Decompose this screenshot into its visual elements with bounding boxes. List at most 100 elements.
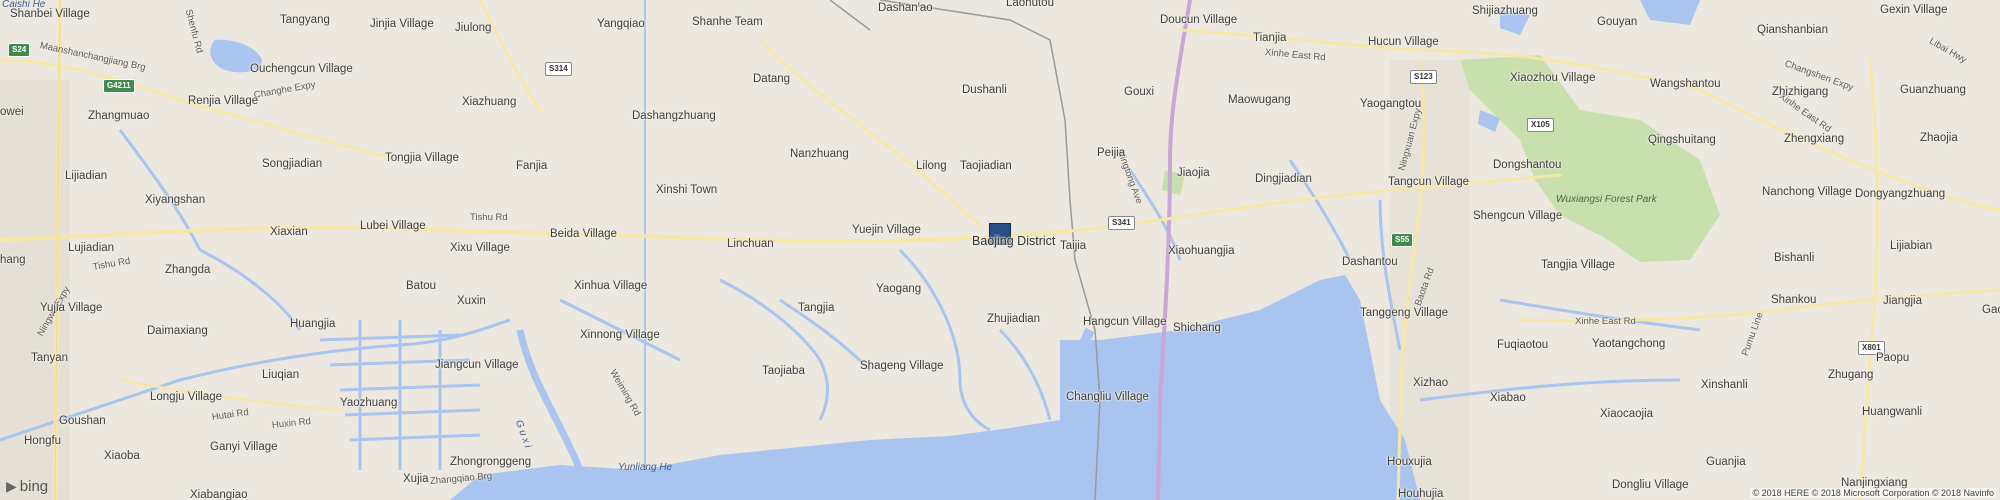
- place-label: Yangqiao: [597, 18, 645, 30]
- place-label: Shanhe Team: [692, 16, 763, 28]
- road-shield-s341: S341: [1108, 216, 1135, 230]
- place-label: Xiabao: [1490, 392, 1526, 404]
- place-label: Lubei Village: [360, 220, 426, 232]
- place-label: Xiaohuangjia: [1168, 245, 1235, 257]
- place-label: Renjia Village: [188, 95, 259, 107]
- place-label: Dongyangzhuang: [1855, 188, 1946, 200]
- place-label: Peijia: [1097, 147, 1126, 159]
- pin-label[interactable]: Baojing District: [972, 234, 1055, 249]
- place-label: Xinnong Village: [580, 329, 660, 341]
- place-label: Zhaojia: [1920, 132, 1958, 144]
- place-label: Gao: [1982, 304, 2000, 316]
- map-canvas[interactable]: S24 G4211 S314 S123 S341 S55 X105 X801 M…: [0, 0, 2000, 500]
- place-label: Zhugang: [1828, 369, 1874, 381]
- place-label: Yaotangchong: [1592, 338, 1666, 350]
- place-label: Zhongronggeng: [450, 456, 532, 468]
- place-label: Yaozhuang: [340, 397, 398, 409]
- place-label: Bishanli: [1774, 252, 1815, 264]
- place-label: Yuejin Village: [852, 224, 921, 236]
- place-label: Lujiadian: [68, 242, 115, 254]
- place-label: Huangjia: [290, 318, 336, 330]
- place-label: Wangshantou: [1650, 78, 1721, 90]
- place-label: Taojiaba: [762, 365, 805, 377]
- place-label: Xiabangiao: [190, 489, 248, 500]
- place-label: Tanggeng Village: [1360, 307, 1449, 319]
- place-label: Hucun Village: [1368, 36, 1439, 48]
- place-label: Shankou: [1771, 294, 1817, 306]
- place-label: Beida Village: [550, 228, 617, 240]
- place-label: Tanyan: [31, 352, 69, 364]
- place-label: Qianshanbian: [1757, 24, 1828, 36]
- place-label: Xiaxian: [270, 226, 308, 238]
- place-label: Xiaoba: [104, 450, 140, 462]
- water-label-yunliang-he: Yunliang He: [618, 462, 673, 473]
- place-label: Xujia: [403, 473, 429, 485]
- place-label: Taojiadian: [960, 160, 1012, 172]
- place-label: Lijiadian: [65, 170, 108, 182]
- place-label: Dashan'ao: [878, 2, 933, 14]
- place-label: Dashantou: [1342, 256, 1398, 268]
- place-label: hang: [0, 254, 26, 266]
- place-label: Dingjiadian: [1255, 173, 1312, 185]
- place-label: Hongfu: [24, 435, 62, 447]
- place-label: Fuqiaotou: [1497, 339, 1549, 351]
- bing-logo: ▶ bing: [6, 478, 48, 495]
- road-label-tishu-rd-east: Tishu Rd: [470, 212, 508, 223]
- place-label: Goushan: [59, 415, 106, 427]
- road-shield-x105: X105: [1527, 118, 1554, 132]
- place-label: Batou: [406, 280, 437, 292]
- road-shield-s314: S314: [545, 62, 572, 76]
- place-label: Songjiadian: [262, 158, 323, 170]
- place-label: Tangcun Village: [1388, 176, 1469, 188]
- place-label: Qingshuitang: [1648, 134, 1716, 146]
- road-label-xinhe-east-rd-3: Xinhe East Rd: [1575, 316, 1636, 327]
- place-label: Xinshanli: [1701, 379, 1748, 391]
- place-label: Houhujia: [1398, 488, 1444, 500]
- place-label: Zhangda: [165, 264, 211, 276]
- place-label: Xixu Village: [450, 242, 510, 254]
- place-label: Huangwanli: [1862, 406, 1923, 418]
- road-shield-s123: S123: [1410, 70, 1437, 84]
- place-label: Yaogang: [876, 283, 922, 295]
- place-label: Dushanli: [962, 84, 1007, 96]
- bing-logo-text: bing: [19, 478, 49, 495]
- place-label: Yaogangtou: [1360, 98, 1422, 110]
- place-label: Jiaojia: [1177, 167, 1210, 179]
- place-label: Tangyang: [280, 14, 330, 26]
- place-label: Daimaxiang: [147, 325, 208, 337]
- place-label: Zhizhigang: [1772, 86, 1829, 98]
- place-label: Nanchong Village: [1762, 186, 1852, 198]
- place-label: Xiyangshan: [145, 194, 206, 206]
- place-label: Maowugang: [1228, 94, 1291, 106]
- place-label: Ouchengcun Village: [250, 63, 353, 75]
- place-label: Shengcun Village: [1473, 210, 1563, 222]
- place-label: Guanzhuang: [1900, 84, 1966, 96]
- place-label: Jiangjia: [1883, 295, 1922, 307]
- place-label: Gexin Village: [1880, 4, 1948, 16]
- place-label: Xiaozhou Village: [1510, 72, 1596, 84]
- place-label: Jinjia Village: [370, 18, 434, 30]
- place-label: Tangjia Village: [1541, 259, 1615, 271]
- place-label: Nanzhuang: [790, 148, 849, 160]
- place-label: Jiangcun Village: [435, 359, 519, 371]
- place-label: Changliu Village: [1066, 391, 1149, 403]
- place-label: Gouxi: [1124, 86, 1155, 98]
- place-label: Liuqian: [262, 369, 300, 381]
- place-label: Yujia Village: [40, 302, 103, 314]
- place-label: Shageng Village: [860, 360, 944, 372]
- place-label: Zhujiadian: [987, 313, 1041, 325]
- copyright-notice: © 2018 HERE © 2018 Microsoft Corporation…: [1750, 488, 1996, 498]
- road-shield-g4211: G4211: [103, 79, 135, 93]
- place-label: Fanjia: [516, 160, 548, 172]
- bing-b-icon: ▶: [6, 478, 17, 494]
- place-label: Dongliu Village: [1612, 479, 1689, 491]
- place-label: Zhengxiang: [1784, 133, 1845, 145]
- place-label: Datang: [753, 73, 791, 85]
- road-shield-s24: S24: [8, 43, 31, 57]
- place-label: Zhangmuao: [88, 110, 150, 122]
- place-label: Tangjia: [798, 302, 835, 314]
- place-label: Shichang: [1173, 322, 1221, 334]
- place-label: Laohutou: [1006, 0, 1054, 9]
- place-label: Ganyi Village: [210, 441, 278, 453]
- place-label: Xinshi Town: [656, 184, 718, 196]
